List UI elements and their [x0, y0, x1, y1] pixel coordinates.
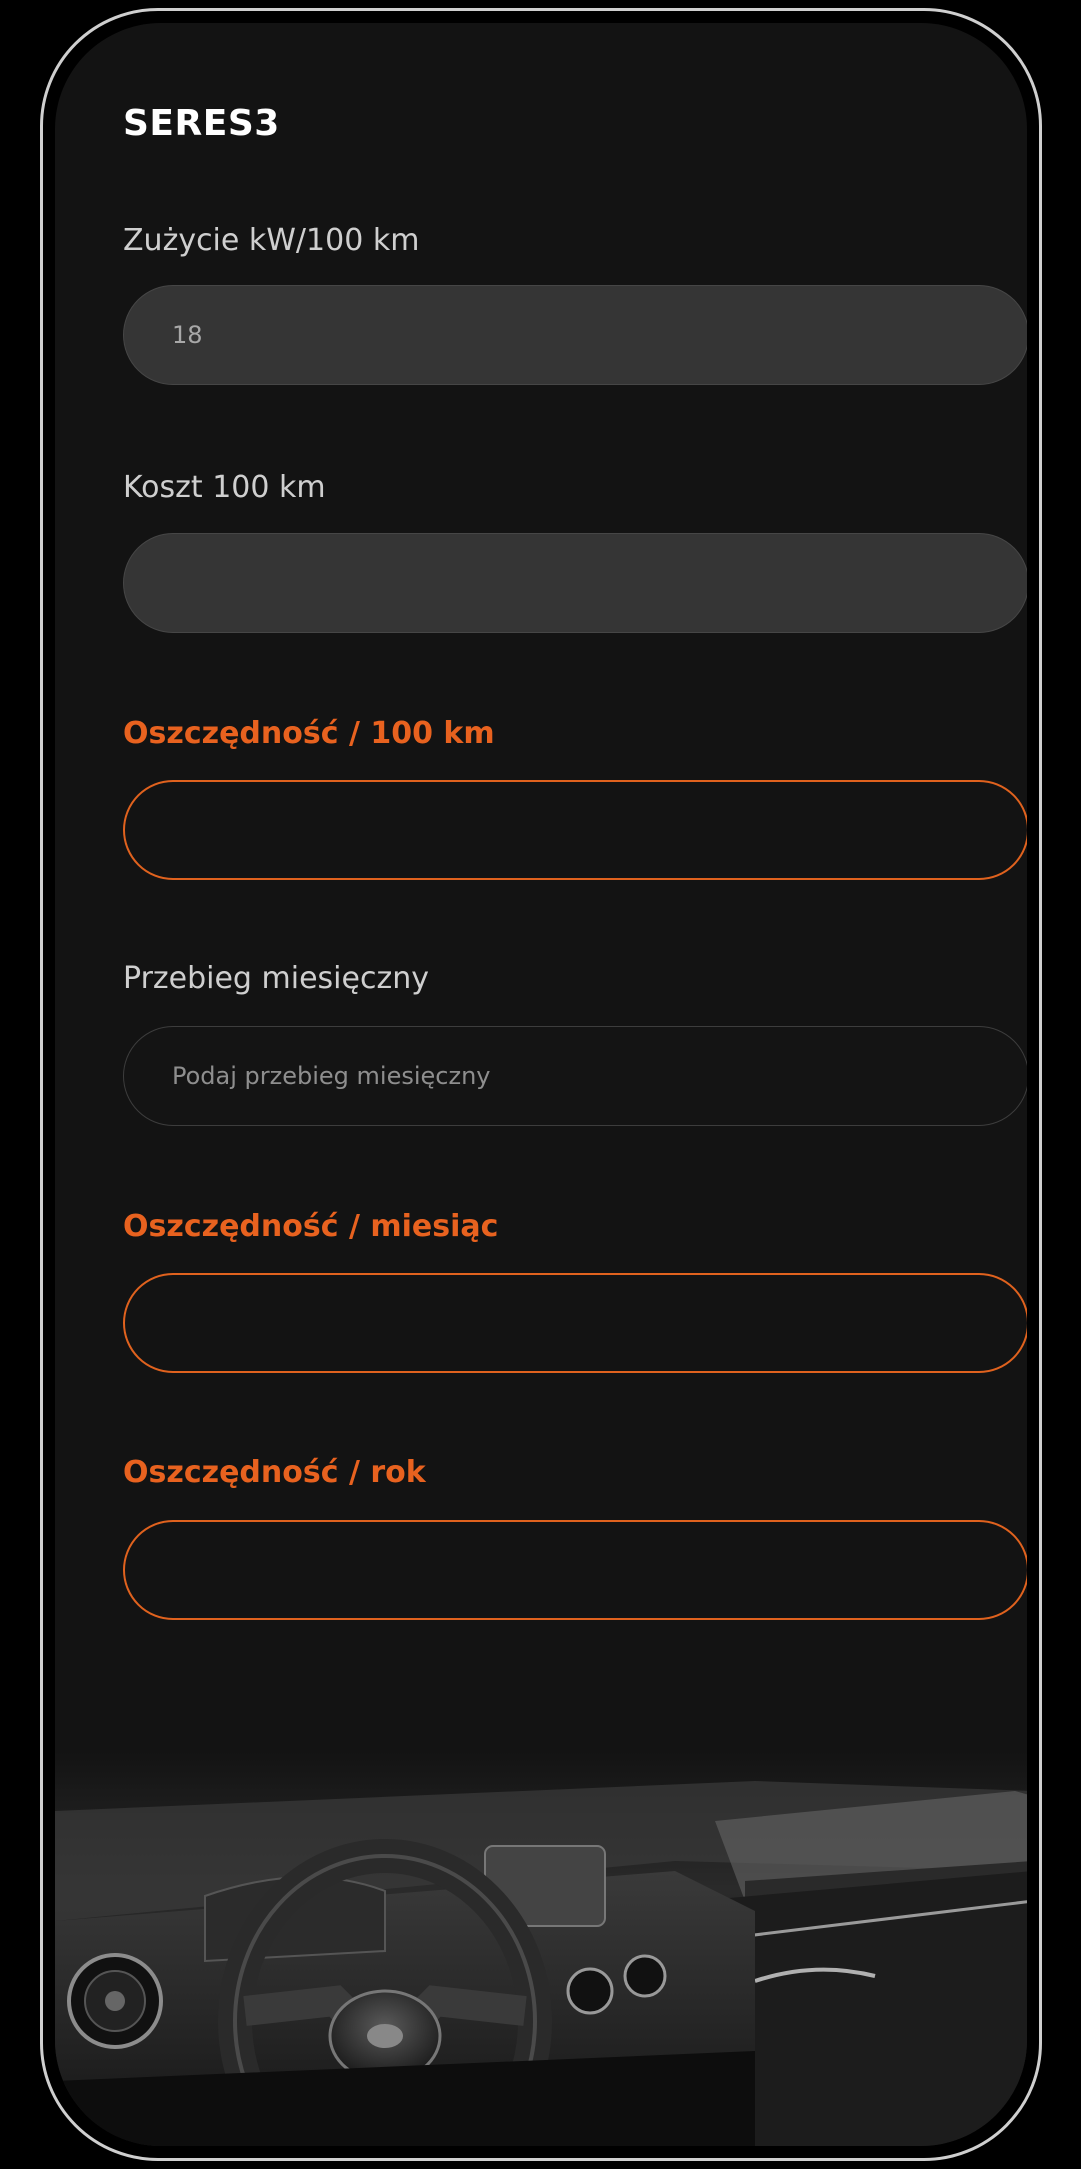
- calculator-screen: SERES3 Zużycie kW/100 km 18 Koszt 100 km…: [55, 23, 1027, 2146]
- saving-per-100-label: Oszczędność / 100 km: [123, 716, 495, 751]
- consumption-label: Zużycie kW/100 km: [123, 223, 420, 258]
- page-title: SERES3: [123, 103, 280, 144]
- monthly-mileage-label: Przebieg miesięczny: [123, 961, 429, 996]
- saving-per-month-field: [123, 1273, 1027, 1373]
- saving-per-100-field: [123, 780, 1027, 880]
- saving-per-month-label: Oszczędność / miesiąc: [123, 1209, 499, 1244]
- saving-per-year-label: Oszczędność / rok: [123, 1455, 426, 1490]
- phone-frame: SERES3 Zużycie kW/100 km 18 Koszt 100 km…: [40, 8, 1042, 2161]
- cost-per-100-field[interactable]: [123, 533, 1027, 633]
- saving-per-year-field: [123, 1520, 1027, 1620]
- monthly-mileage-input[interactable]: [123, 1026, 1027, 1126]
- car-interior-photo: [55, 1751, 1027, 2146]
- cost-per-100-label: Koszt 100 km: [123, 470, 326, 505]
- car-interior-illustration: [55, 1751, 1027, 2146]
- consumption-field[interactable]: 18: [123, 285, 1027, 385]
